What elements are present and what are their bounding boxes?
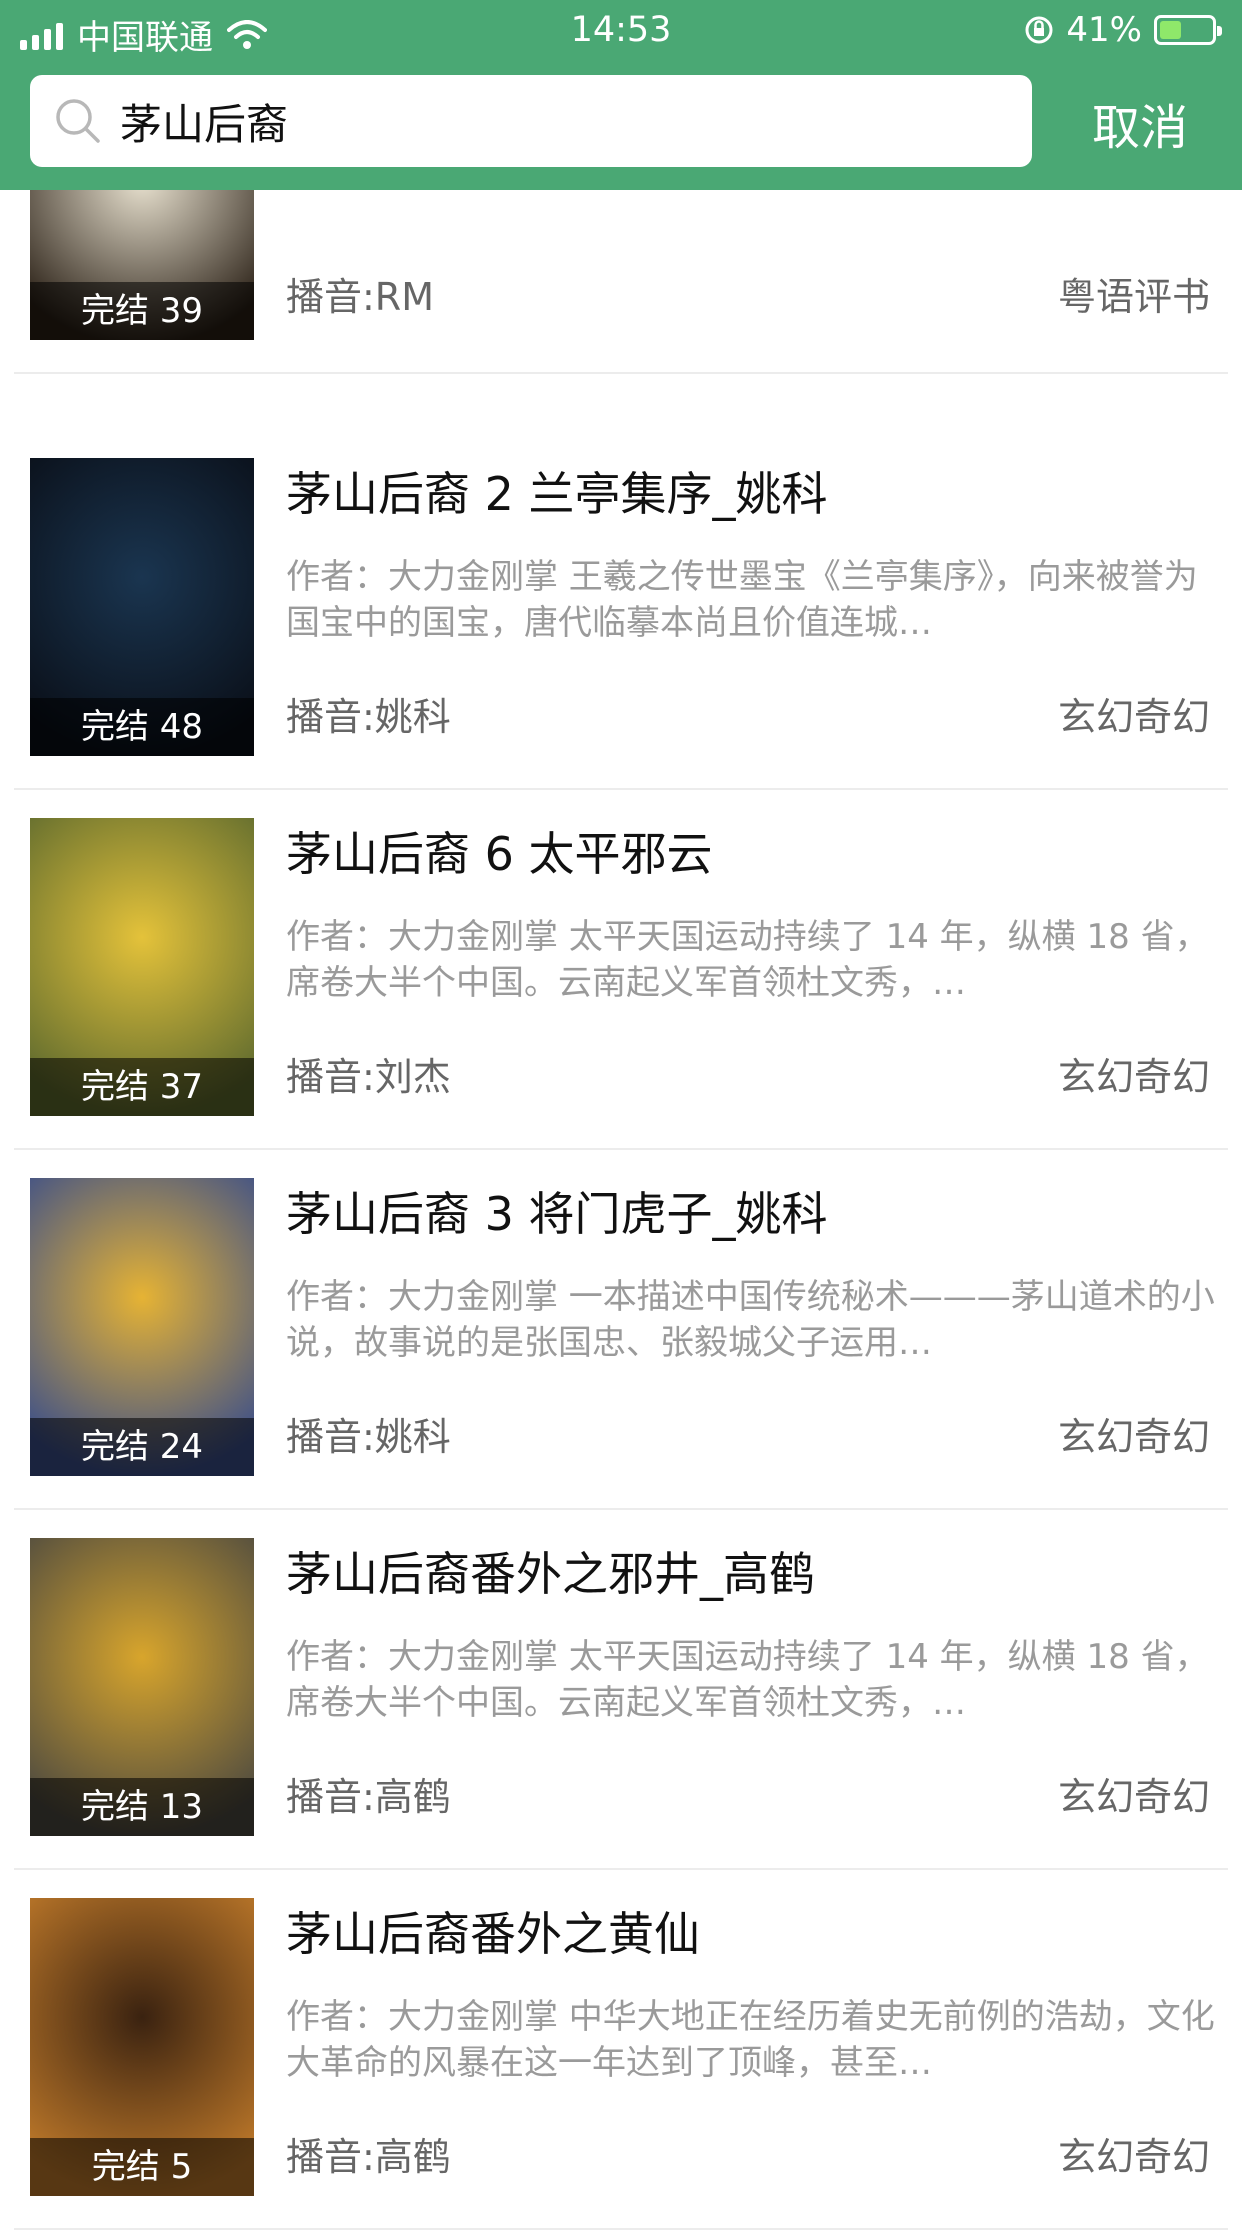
search-icon [56,99,100,143]
status-badge: 完结 48 [30,698,254,756]
search-header: 中国联通 14:53 41% 取消 [0,0,1242,190]
result-item[interactable]: 完结 24 茅山后裔 3 将门虎子_姚科 作者：大力金刚掌 一本描述中国传统秘术… [14,1148,1228,1510]
status-bar: 中国联通 14:53 41% [0,0,1242,62]
orientation-lock-icon [1025,16,1053,44]
result-title[interactable]: 茅山后裔 3 将门虎子_姚科 [286,1178,828,1244]
battery-icon [1154,15,1222,45]
cover-image[interactable]: 完结 5 [30,1898,254,2196]
battery-fill [1160,21,1181,39]
cover-image[interactable]: 完结 13 [30,1538,254,1836]
status-badge: 完结 13 [30,1778,254,1836]
result-item[interactable]: 完结 5 茅山后裔番外之黄仙 作者：大力金刚掌 中华大地正在经历着史无前例的浩劫… [14,1868,1228,2230]
narrator-label: 播音:高鹤 [286,2135,451,2179]
battery-percent: 41% [1066,10,1142,50]
narrator-label: 播音:RM [286,275,434,319]
result-item[interactable]: 完结 13 茅山后裔番外之邪井_高鹤 作者：大力金刚掌 太平天国运动持续了 14… [14,1508,1228,1870]
search-bar[interactable] [30,75,1032,167]
narrator-label: 播音:刘杰 [286,1055,451,1099]
result-title[interactable]: 茅山后裔 6 太平邪云 [286,818,713,884]
narrator-label: 播音:高鹤 [286,1775,451,1819]
result-description: 作者：大力金刚掌 王羲之传世墨宝《兰亭集序》，向来被誉为国宝中的国宝，唐代临摹本… [286,557,1198,643]
result-title[interactable]: 茅山后裔番外之黄仙 [286,1898,700,1964]
search-input[interactable] [118,95,1002,147]
result-description: 作者：大力金刚掌 一本描述中国传统秘术———茅山道术的小说，故事说的是张国忠、张… [286,1277,1215,1363]
cover-image[interactable]: 完结 48 [30,458,254,756]
category-label: 玄幻奇幻 [1057,1775,1210,1819]
cover-image[interactable]: 完结 24 [30,1178,254,1476]
result-title[interactable]: 茅山后裔番外之邪井_高鹤 [286,1538,815,1604]
result-description: 作者：大力金刚掌 太平天国运动持续了 14 年，纵横 18 省，席卷大半个中国。… [286,917,1209,1003]
category-label: 玄幻奇幻 [1057,1055,1210,1099]
category-label: 玄幻奇幻 [1057,1415,1210,1459]
status-right: 41% [1024,10,1222,50]
narrator-label: 播音:姚科 [286,1415,451,1459]
result-title[interactable]: 茅山后裔 2 兰亭集序_姚科 [286,458,828,524]
status-badge: 完结 24 [30,1418,254,1476]
status-badge: 完结 37 [30,1058,254,1116]
status-badge: 完结 5 [30,2138,254,2196]
result-item[interactable]: 完结 48 茅山后裔 2 兰亭集序_姚科 作者：大力金刚掌 王羲之传世墨宝《兰亭… [14,428,1228,790]
status-badge: 完结 39 [30,282,254,340]
result-description: 作者：大力金刚掌 太平天国运动持续了 14 年，纵横 18 省，席卷大半个中国。… [286,1637,1209,1723]
cancel-button[interactable]: 取消 [1092,88,1188,158]
category-label: 玄幻奇幻 [1057,2135,1210,2179]
result-description: 作者：大力金刚掌 中华大地正在经历着史无前例的浩劫，文化大革命的风暴在这一年达到… [286,1997,1215,2083]
narrator-label: 播音:姚科 [286,695,451,739]
cover-image[interactable]: 完结 37 [30,818,254,1116]
category-label: 粤语评书 [1057,275,1210,319]
result-item[interactable]: 完结 37 茅山后裔 6 太平邪云 作者：大力金刚掌 太平天国运动持续了 14 … [14,788,1228,1150]
category-label: 玄幻奇幻 [1057,695,1210,739]
